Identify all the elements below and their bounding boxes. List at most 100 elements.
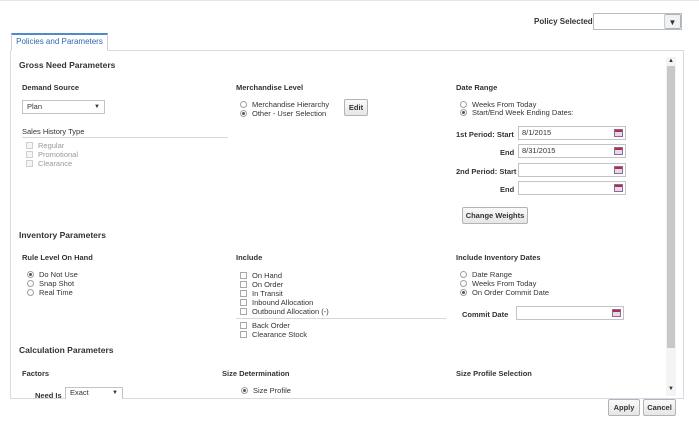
- radio-selected-icon[interactable]: [240, 110, 247, 117]
- inventory-title: Inventory Parameters: [19, 230, 106, 240]
- real-time-option[interactable]: Real Time: [27, 288, 73, 297]
- checkbox-icon[interactable]: [26, 151, 33, 158]
- calendar-icon[interactable]: [614, 184, 623, 192]
- radio-icon[interactable]: [240, 101, 247, 108]
- checkbox-icon[interactable]: [240, 281, 247, 288]
- demand-source-label: Demand Source: [22, 83, 80, 92]
- need-is-value: Exact: [70, 388, 89, 397]
- include-on-order[interactable]: On Order: [240, 280, 283, 289]
- checkbox-icon[interactable]: [240, 272, 247, 279]
- option-label: Clearance: [38, 159, 73, 168]
- sales-history-regular[interactable]: Regular: [26, 141, 64, 150]
- option-label: Outbound Allocation (-): [252, 307, 329, 316]
- apply-button[interactable]: Apply: [608, 399, 640, 416]
- chevron-down-icon[interactable]: ▼: [664, 14, 681, 29]
- second-end-label: End: [500, 185, 515, 194]
- scroll-up-icon[interactable]: ▲: [668, 58, 674, 64]
- divider: [22, 137, 228, 138]
- include-inbound-allocation[interactable]: Inbound Allocation: [240, 298, 313, 307]
- option-label: Regular: [38, 141, 65, 150]
- scroll-down-icon[interactable]: ▼: [668, 386, 674, 392]
- option-label: Other - User Selection: [252, 109, 327, 118]
- policy-select[interactable]: ▼: [593, 13, 682, 30]
- sales-history-clearance[interactable]: Clearance: [26, 159, 72, 168]
- commit-date-label: Commit Date: [462, 310, 509, 319]
- merch-hierarchy-option[interactable]: Merchandise Hierarchy: [240, 100, 329, 109]
- snap-shot-option[interactable]: Snap Shot: [27, 279, 74, 288]
- radio-selected-icon[interactable]: [460, 109, 467, 116]
- size-determination-label: Size Determination: [222, 369, 290, 378]
- demand-source-select[interactable]: Plan ▼: [22, 100, 105, 114]
- merch-user-selection-option[interactable]: Other - User Selection: [240, 109, 326, 118]
- calendar-icon[interactable]: [612, 309, 621, 317]
- option-label: Size Profile: [253, 386, 291, 395]
- include-outbound-allocation[interactable]: Outbound Allocation (-): [240, 307, 329, 316]
- checkbox-icon[interactable]: [26, 160, 33, 167]
- calendar-icon[interactable]: [614, 147, 623, 155]
- change-weights-button[interactable]: Change Weights: [462, 207, 528, 224]
- radio-icon[interactable]: [27, 289, 34, 296]
- edit-button[interactable]: Edit: [344, 99, 368, 116]
- checkbox-icon[interactable]: [240, 290, 247, 297]
- checkbox-icon[interactable]: [240, 308, 247, 315]
- demand-source-value: Plan: [27, 102, 43, 111]
- first-start-field[interactable]: 8/1/2015: [518, 126, 626, 140]
- policy-selected-label: Policy Selected: [534, 17, 593, 26]
- need-is-label: Need Is: [35, 391, 62, 400]
- sales-history-promotional[interactable]: Promotional: [26, 150, 78, 159]
- option-label: Real Time: [39, 288, 73, 297]
- option-label: Do Not Use: [39, 270, 78, 279]
- option-label: On Order: [252, 280, 284, 289]
- checkbox-icon[interactable]: [240, 331, 247, 338]
- option-label: Inbound Allocation: [252, 298, 314, 307]
- option-label: In Transit: [252, 289, 283, 298]
- radio-icon[interactable]: [27, 280, 34, 287]
- radio-icon[interactable]: [460, 101, 467, 108]
- include-back-order[interactable]: Back Order: [240, 321, 290, 330]
- date-range-option[interactable]: Date Range: [460, 270, 512, 279]
- option-label: On Hand: [252, 271, 283, 280]
- on-order-commit-option[interactable]: On Order Commit Date: [460, 288, 549, 297]
- checkbox-icon[interactable]: [240, 322, 247, 329]
- include-on-hand[interactable]: On Hand: [240, 271, 282, 280]
- start-end-week-option[interactable]: Start/End Week Ending Dates:: [460, 108, 574, 117]
- first-end-field[interactable]: 8/31/2015: [518, 144, 626, 158]
- option-label: Date Range: [472, 270, 513, 279]
- option-label: Promotional: [38, 150, 79, 159]
- option-label: Merchandise Hierarchy: [252, 100, 330, 109]
- weeks-from-today-option-inv[interactable]: Weeks From Today: [460, 279, 536, 288]
- option-label: Back Order: [252, 321, 290, 330]
- second-end-field[interactable]: [518, 181, 626, 195]
- radio-icon[interactable]: [460, 271, 467, 278]
- size-profile-selection-label: Size Profile Selection: [456, 369, 532, 378]
- tab-policies-and-parameters[interactable]: Policies and Parameters: [11, 33, 108, 51]
- second-start-field[interactable]: [518, 163, 626, 177]
- scrollbar-thumb[interactable]: [667, 66, 675, 348]
- rule-level-label: Rule Level On Hand: [22, 253, 93, 262]
- checkbox-icon[interactable]: [240, 299, 247, 306]
- radio-selected-icon[interactable]: [460, 289, 467, 296]
- field-value: 8/31/2015: [522, 146, 556, 155]
- gross-need-title: Gross Need Parameters: [19, 60, 116, 70]
- include-in-transit[interactable]: In Transit: [240, 289, 283, 298]
- radio-icon[interactable]: [460, 280, 467, 287]
- do-not-use-option[interactable]: Do Not Use: [27, 270, 78, 279]
- chevron-down-icon: ▼: [94, 104, 100, 110]
- commit-date-field[interactable]: [516, 306, 624, 320]
- size-profile-option[interactable]: Size Profile: [241, 386, 291, 395]
- include-label: Include: [236, 253, 263, 262]
- option-label: On Order Commit Date: [472, 288, 550, 297]
- date-range-label: Date Range: [456, 83, 498, 92]
- need-is-select[interactable]: Exact ▼: [65, 387, 123, 399]
- checkbox-icon[interactable]: [26, 142, 33, 149]
- calendar-icon[interactable]: [614, 129, 623, 137]
- cancel-button[interactable]: Cancel: [643, 399, 676, 416]
- chevron-down-icon: ▼: [112, 390, 118, 396]
- calendar-icon[interactable]: [614, 166, 623, 174]
- include-clearance-stock[interactable]: Clearance Stock: [240, 330, 307, 339]
- radio-selected-icon[interactable]: [27, 271, 34, 278]
- radio-selected-icon[interactable]: [241, 387, 248, 394]
- calculation-title: Calculation Parameters: [19, 345, 114, 355]
- sales-history-label: Sales History Type: [22, 127, 85, 136]
- field-value: 8/1/2015: [522, 128, 552, 137]
